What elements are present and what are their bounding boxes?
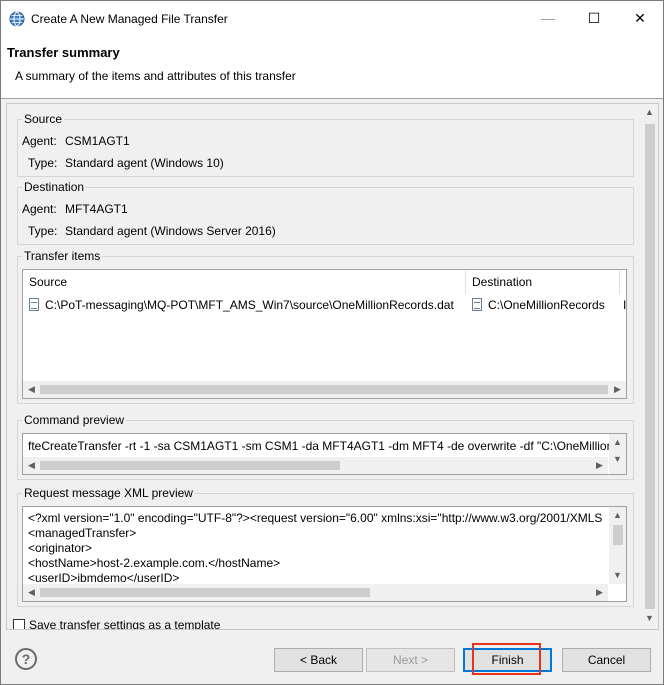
next-button[interactable]: Next > bbox=[366, 648, 455, 672]
source-path: C:\PoT-messaging\MQ-POT\MFT_AMS_Win7\sou… bbox=[45, 298, 454, 312]
command-hscrollbar[interactable]: ◀ ▶ bbox=[23, 457, 608, 474]
scrollbar-thumb[interactable] bbox=[40, 385, 608, 394]
column-header-source[interactable]: Source bbox=[23, 270, 466, 294]
source-group-title: Source bbox=[22, 112, 65, 126]
source-type-value: Standard agent (Windows 10) bbox=[65, 156, 224, 170]
scroll-left-icon[interactable]: ◀ bbox=[23, 457, 40, 474]
xml-line: <originator> bbox=[28, 541, 93, 555]
destination-type-value: Standard agent (Windows Server 2016) bbox=[65, 224, 276, 238]
maximize-button[interactable]: ☐ bbox=[571, 1, 617, 36]
xml-preview-text[interactable]: <?xml version="1.0" encoding="UTF-8"?><r… bbox=[22, 506, 627, 602]
page-title: Transfer summary bbox=[7, 45, 120, 60]
template-checkbox-label: Save transfer settings as a template bbox=[29, 618, 221, 630]
scroll-right-icon[interactable]: ▶ bbox=[609, 381, 626, 398]
scroll-down-icon[interactable]: ▼ bbox=[609, 451, 626, 468]
scroll-up-icon[interactable]: ▲ bbox=[609, 434, 626, 451]
xml-line: <?xml version="1.0" encoding="UTF-8"?><r… bbox=[28, 511, 603, 525]
scroll-left-icon[interactable]: ◀ bbox=[23, 381, 40, 398]
xml-vscrollbar[interactable]: ▲ ▼ bbox=[609, 507, 626, 584]
destination-type-label: Type: bbox=[28, 224, 58, 238]
source-agent-value: CSM1AGT1 bbox=[65, 134, 130, 148]
page-description: A summary of the items and attributes of… bbox=[15, 69, 296, 83]
xml-hscrollbar[interactable]: ◀ ▶ bbox=[23, 584, 608, 601]
scrollbar-thumb[interactable] bbox=[613, 525, 623, 545]
file-icon bbox=[472, 298, 482, 311]
xml-line: <hostName>host-2.example.com.</hostName> bbox=[28, 556, 281, 570]
command-preview-text[interactable]: fteCreateTransfer -rt -1 -sa CSM1AGT1 -s… bbox=[22, 433, 627, 475]
window-title: Create A New Managed File Transfer bbox=[31, 12, 228, 26]
table-row-source-cell[interactable]: C:\PoT-messaging\MQ-POT\MFT_AMS_Win7\sou… bbox=[29, 298, 454, 312]
summary-vscrollbar[interactable]: ▲ ▼ bbox=[641, 104, 658, 629]
xml-line: <userID>ibmdemo</userID> bbox=[28, 571, 180, 585]
scroll-left-icon[interactable]: ◀ bbox=[23, 584, 40, 601]
globe-transfer-icon bbox=[9, 11, 25, 27]
transfer-items-table[interactable]: Source Destination I C:\PoT-messaging\MQ… bbox=[22, 269, 627, 399]
command-preview-group-title: Command preview bbox=[22, 413, 127, 427]
transfer-items-group: Transfer items Source Destination I C:\P… bbox=[17, 249, 634, 404]
destination-agent-label: Agent: bbox=[22, 202, 57, 216]
help-icon[interactable]: ? bbox=[15, 648, 37, 670]
wizard-banner: Transfer summary A summary of the items … bbox=[1, 36, 663, 99]
xml-line: <managedTransfer> bbox=[28, 526, 137, 540]
source-group: Source Agent: CSM1AGT1 Type: Standard ag… bbox=[17, 112, 634, 177]
cancel-button[interactable]: Cancel bbox=[562, 648, 651, 672]
table-row-extra-cell[interactable]: I bbox=[623, 298, 626, 312]
destination-group: Destination Agent: MFT4AGT1 Type: Standa… bbox=[17, 180, 634, 245]
dialog-window: Create A New Managed File Transfer — ☐ ✕… bbox=[0, 0, 664, 685]
scrollbar-thumb[interactable] bbox=[645, 124, 655, 609]
scroll-right-icon[interactable]: ▶ bbox=[591, 457, 608, 474]
summary-scroll-area[interactable]: Source Agent: CSM1AGT1 Type: Standard ag… bbox=[6, 103, 659, 630]
destination-path: C:\OneMillionRecords bbox=[488, 298, 605, 312]
column-header-destination[interactable]: Destination bbox=[466, 270, 620, 294]
source-type-label: Type: bbox=[28, 156, 58, 170]
file-icon bbox=[29, 298, 39, 311]
scroll-up-icon[interactable]: ▲ bbox=[641, 104, 658, 121]
destination-agent-value: MFT4AGT1 bbox=[65, 202, 128, 216]
scrollbar-thumb[interactable] bbox=[40, 588, 370, 597]
template-checkbox[interactable] bbox=[13, 619, 25, 629]
minimize-button[interactable]: — bbox=[525, 1, 571, 36]
command-preview-group: Command preview fteCreateTransfer -rt -1… bbox=[17, 413, 634, 480]
xml-preview-group: Request message XML preview <?xml versio… bbox=[17, 486, 634, 607]
scroll-down-icon[interactable]: ▼ bbox=[641, 610, 658, 627]
command-vscrollbar[interactable]: ▲ ▼ bbox=[609, 434, 626, 474]
column-header-extra[interactable]: I bbox=[620, 270, 626, 294]
back-button[interactable]: < Back bbox=[274, 648, 363, 672]
scroll-right-icon[interactable]: ▶ bbox=[591, 584, 608, 601]
close-button[interactable]: ✕ bbox=[617, 1, 663, 36]
transfer-items-hscrollbar[interactable]: ◀ ▶ bbox=[23, 381, 626, 398]
scrollbar-thumb[interactable] bbox=[40, 461, 340, 470]
scroll-up-icon[interactable]: ▲ bbox=[609, 507, 626, 524]
source-agent-label: Agent: bbox=[22, 134, 57, 148]
title-bar: Create A New Managed File Transfer — ☐ ✕ bbox=[1, 1, 663, 36]
button-bar: ? < Back Next > Finish Cancel bbox=[1, 631, 663, 684]
table-row-destination-cell[interactable]: C:\OneMillionRecords bbox=[472, 298, 605, 312]
scroll-down-icon[interactable]: ▼ bbox=[609, 567, 626, 584]
xml-preview-group-title: Request message XML preview bbox=[22, 486, 195, 500]
command-line: fteCreateTransfer -rt -1 -sa CSM1AGT1 -s… bbox=[28, 439, 614, 453]
destination-group-title: Destination bbox=[22, 180, 87, 194]
finish-highlight-box bbox=[472, 643, 541, 675]
transfer-items-group-title: Transfer items bbox=[22, 249, 103, 263]
template-checkbox-row[interactable]: Save transfer settings as a template bbox=[13, 618, 221, 630]
